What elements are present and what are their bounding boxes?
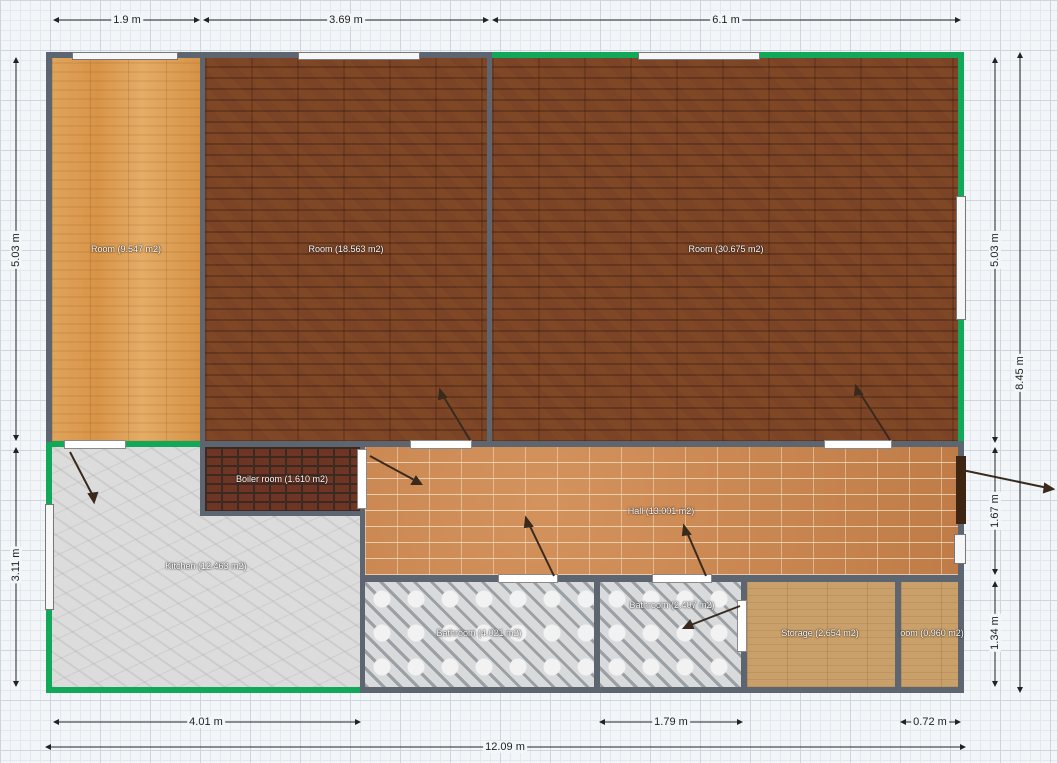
dimension-right-hall: 1.67 m bbox=[989, 492, 1001, 530]
dimension-bottom-kitchen: 4.01 m bbox=[187, 716, 225, 728]
dimension-bottom-total: 12.09 m bbox=[483, 741, 527, 753]
dimension-top-1: 1.9 m bbox=[111, 14, 143, 26]
dimension-top-3: 6.1 m bbox=[710, 14, 742, 26]
dimension-bottom-small: 0.72 m bbox=[911, 716, 949, 728]
dimension-lines bbox=[13, 17, 1023, 750]
dimension-bottom-bath: 1.79 m bbox=[652, 716, 690, 728]
dimension-left-lower: 3.11 m bbox=[10, 546, 22, 584]
dimension-right-lower: 1.34 m bbox=[989, 614, 1001, 652]
dimension-right-total: 8.45 m bbox=[1014, 354, 1026, 392]
dimension-right-upper: 5.03 m bbox=[989, 231, 1001, 269]
dimension-top-2: 3.69 m bbox=[327, 14, 365, 26]
dimension-left-upper: 5.03 m bbox=[10, 231, 22, 269]
